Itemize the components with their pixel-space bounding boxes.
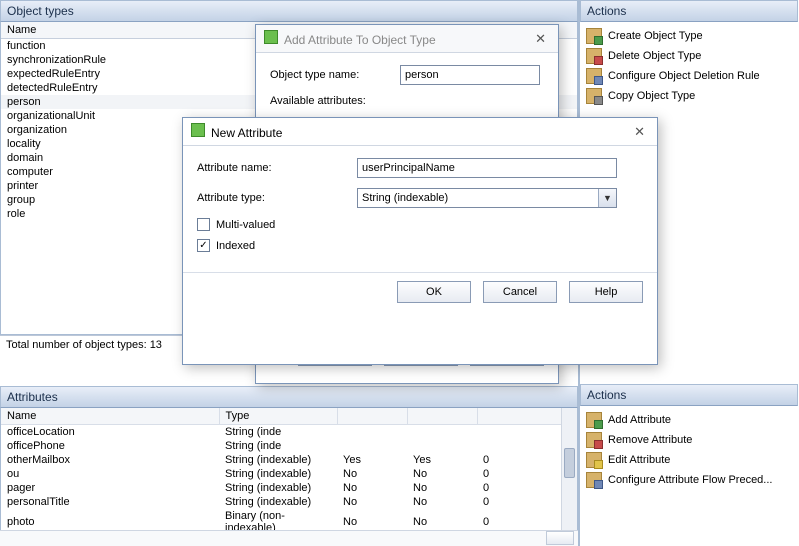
action-item[interactable]: Create Object Type: [584, 26, 794, 46]
attributes-table-wrap: Name Type officeLocationString (indeoffi…: [0, 408, 578, 536]
close-icon[interactable]: ✕: [630, 124, 649, 140]
actions-bottom-header: Actions: [580, 384, 798, 406]
table-row[interactable]: personalTitleString (indexable)NoNo0: [1, 495, 577, 509]
label-multi-valued: Multi-valued: [216, 219, 275, 231]
action-item[interactable]: Delete Object Type: [584, 46, 794, 66]
label-indexed: Indexed: [216, 240, 255, 252]
cfg-icon: [586, 472, 602, 488]
attr-col-name[interactable]: Name: [1, 408, 219, 425]
table-row[interactable]: pagerString (indexable)NoNo0: [1, 481, 577, 495]
label-object-type-name: Object type name:: [270, 69, 400, 81]
action-item[interactable]: Configure Object Deletion Rule: [584, 66, 794, 86]
object-type-name-input[interactable]: [400, 65, 540, 85]
attributes-table[interactable]: Name Type officeLocationString (indeoffi…: [1, 408, 577, 536]
action-label: Delete Object Type: [608, 50, 701, 62]
cfg-icon: [586, 68, 602, 84]
attr-col-3[interactable]: [407, 408, 477, 425]
dialog-add-title-bar[interactable]: Add Attribute To Object Type ✕: [256, 25, 558, 53]
attribute-name-input[interactable]: [357, 158, 617, 178]
action-item[interactable]: Configure Attribute Flow Preced...: [584, 470, 794, 490]
dialog-new-attribute: New Attribute ✕ Attribute name: Attribut…: [182, 117, 658, 365]
statusbar-grip-icon: [546, 531, 574, 545]
help-button[interactable]: Help: [569, 281, 643, 303]
action-label: Create Object Type: [608, 30, 703, 42]
attr-col-type[interactable]: Type: [219, 408, 337, 425]
indexed-checkbox[interactable]: ✓: [197, 239, 210, 252]
status-bar: [0, 530, 578, 546]
action-label: Remove Attribute: [608, 434, 692, 446]
object-types-header: Object types: [0, 0, 578, 22]
close-icon[interactable]: ✕: [531, 31, 550, 47]
table-row[interactable]: otherMailboxString (indexable)YesYes0: [1, 453, 577, 467]
chevron-down-icon[interactable]: ▼: [598, 189, 616, 207]
dialog-new-title-bar[interactable]: New Attribute ✕: [183, 118, 657, 146]
indexed-checkbox-row[interactable]: ✓ Indexed: [197, 239, 643, 252]
action-item[interactable]: Remove Attribute: [584, 430, 794, 450]
ok-button[interactable]: OK: [397, 281, 471, 303]
multi-valued-checkbox[interactable]: [197, 218, 210, 231]
copy-icon: [586, 88, 602, 104]
action-label: Configure Attribute Flow Preced...: [608, 474, 772, 486]
actions-bottom-list: Add Attribute Remove Attribute Edit Attrib…: [580, 406, 798, 494]
action-label: Add Attribute: [608, 414, 671, 426]
add-icon: [586, 28, 602, 44]
add-icon: [586, 412, 602, 428]
attributes-header: Attributes: [0, 386, 578, 408]
action-item[interactable]: Edit Attribute: [584, 450, 794, 470]
action-label: Copy Object Type: [608, 90, 695, 102]
label-available-attributes: Available attributes:: [270, 95, 366, 107]
dialog-add-title: Add Attribute To Object Type: [284, 33, 436, 47]
action-item[interactable]: Copy Object Type: [584, 86, 794, 106]
action-item[interactable]: Add Attribute: [584, 410, 794, 430]
edit-icon: [586, 452, 602, 468]
table-row[interactable]: officeLocationString (inde: [1, 425, 577, 440]
action-label: Configure Object Deletion Rule: [608, 70, 760, 82]
attribute-type-select[interactable]: [357, 188, 617, 208]
attr-col-2[interactable]: [337, 408, 407, 425]
dialog-new-title: New Attribute: [211, 126, 282, 140]
label-attribute-type: Attribute type:: [197, 192, 357, 204]
cancel-button[interactable]: Cancel: [483, 281, 557, 303]
app-icon: [264, 30, 278, 44]
table-row[interactable]: ouString (indexable)NoNo0: [1, 467, 577, 481]
action-label: Edit Attribute: [608, 454, 670, 466]
app-icon: [191, 123, 205, 137]
label-attribute-name: Attribute name:: [197, 162, 357, 174]
actions-top-header: Actions: [580, 0, 798, 22]
dialog-new-button-row: OK Cancel Help: [183, 272, 657, 311]
attributes-scrollbar[interactable]: [561, 408, 577, 535]
del-icon: [586, 432, 602, 448]
del-icon: [586, 48, 602, 64]
multi-valued-checkbox-row[interactable]: Multi-valued: [197, 218, 643, 231]
col-name: Name: [7, 24, 36, 36]
table-row[interactable]: officePhoneString (inde: [1, 439, 577, 453]
